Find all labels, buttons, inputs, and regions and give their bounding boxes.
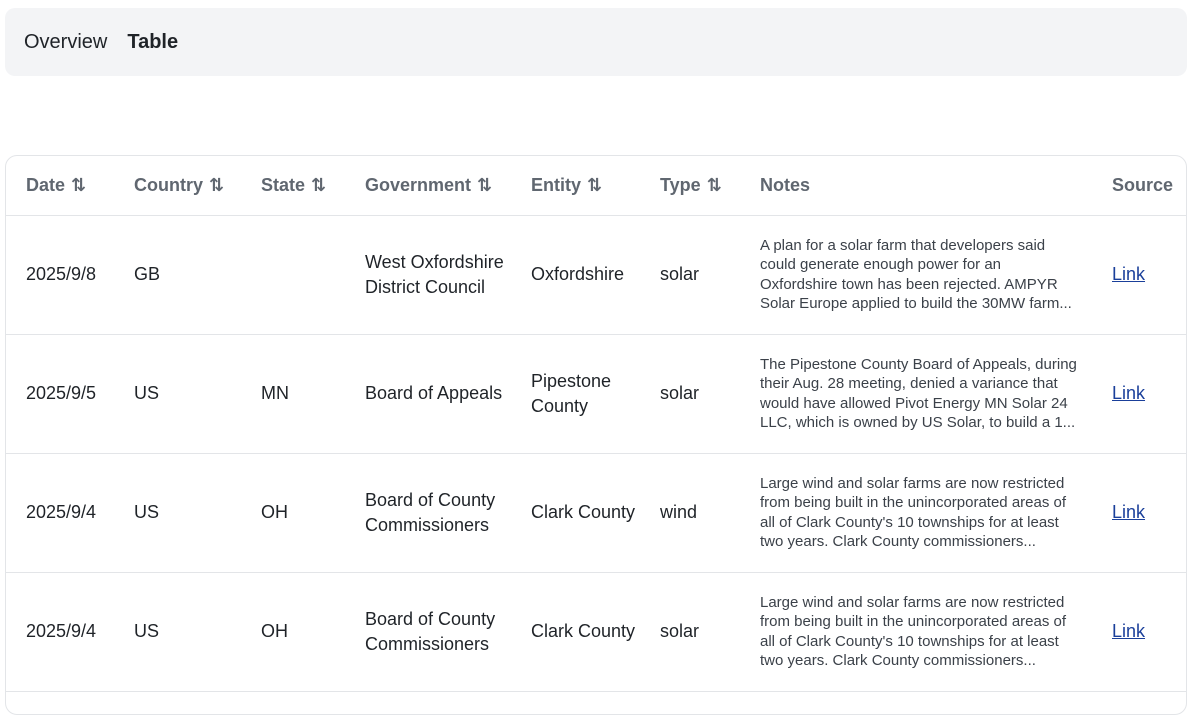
cell-entity: Oxfordshire (511, 215, 640, 334)
column-header-country[interactable]: Country ⇅ (114, 156, 241, 215)
column-header-entity[interactable]: Entity ⇅ (511, 156, 640, 215)
column-header-state-label: State (261, 175, 305, 195)
view-tab-bar: Overview Table (5, 8, 1187, 76)
column-header-date[interactable]: Date ⇅ (6, 156, 114, 215)
cell-notes: A plan for a solar farm that developers … (740, 215, 1092, 334)
notes-text: Large wind and solar farms are now restr… (760, 474, 1078, 552)
cell-state: OH (241, 453, 345, 572)
cell-entity: Clark County (511, 572, 640, 691)
cell-date: 2025/9/5 (6, 334, 114, 453)
cell-notes: Large wind and solar farms are now restr… (740, 572, 1092, 691)
table-header-row: Date ⇅ Country ⇅ State ⇅ Government ⇅ Entity… (6, 156, 1186, 215)
cell-government: Board of Appeals (345, 334, 511, 453)
notes-text: Large wind and solar farms are now restr… (760, 593, 1078, 671)
source-link[interactable]: Link (1112, 621, 1145, 641)
source-link[interactable]: Link (1112, 383, 1145, 403)
cell-date: 2025/9/4 (6, 453, 114, 572)
column-header-notes-label: Notes (760, 175, 810, 195)
cell-country: GB (114, 215, 241, 334)
column-header-country-label: Country (134, 175, 203, 195)
cell-source: Link (1092, 453, 1186, 572)
source-link[interactable]: Link (1112, 264, 1145, 284)
cell-type: solar (640, 334, 740, 453)
cell-notes: Large wind and solar farms are now restr… (740, 453, 1092, 572)
cell-source: Link (1092, 215, 1186, 334)
tab-overview[interactable]: Overview (24, 31, 107, 54)
column-header-government[interactable]: Government ⇅ (345, 156, 511, 215)
notes-text: A plan for a solar farm that developers … (760, 236, 1078, 314)
column-header-source: Source (1092, 156, 1186, 215)
sort-icon[interactable]: ⇅ (707, 175, 720, 195)
cell-country: US (114, 453, 241, 572)
cell-type: solar (640, 572, 740, 691)
cell-entity: Clark County (511, 453, 640, 572)
cell-state (241, 215, 345, 334)
table-row: 2025/9/8 GB West Oxfordshire District Co… (6, 215, 1186, 334)
sort-icon[interactable]: ⇅ (477, 175, 490, 195)
cell-source: Link (1092, 334, 1186, 453)
cell-state: MN (241, 334, 345, 453)
sort-icon[interactable]: ⇅ (71, 175, 84, 195)
sort-icon[interactable]: ⇅ (587, 175, 600, 195)
table-row: 2025/9/4 US OH Board of County Commissio… (6, 453, 1186, 572)
cell-date: 2025/9/4 (6, 572, 114, 691)
column-header-notes: Notes (740, 156, 1092, 215)
table-row: 2025/9/4 US OH Board of County Commissio… (6, 572, 1186, 691)
tab-table[interactable]: Table (127, 31, 178, 54)
cell-type: solar (640, 215, 740, 334)
column-header-type-label: Type (660, 175, 701, 195)
notes-text: The Pipestone County Board of Appeals, d… (760, 355, 1078, 433)
results-table: Date ⇅ Country ⇅ State ⇅ Government ⇅ Entity… (6, 156, 1186, 692)
results-table-card: Date ⇅ Country ⇅ State ⇅ Government ⇅ Entity… (5, 155, 1187, 715)
cell-type: wind (640, 453, 740, 572)
sort-icon[interactable]: ⇅ (209, 175, 222, 195)
column-header-entity-label: Entity (531, 175, 581, 195)
column-header-type[interactable]: Type ⇅ (640, 156, 740, 215)
column-header-state[interactable]: State ⇅ (241, 156, 345, 215)
cell-date: 2025/9/8 (6, 215, 114, 334)
column-header-source-label: Source (1112, 175, 1173, 195)
cell-state: OH (241, 572, 345, 691)
cell-country: US (114, 334, 241, 453)
source-link[interactable]: Link (1112, 502, 1145, 522)
sort-icon[interactable]: ⇅ (311, 175, 324, 195)
cell-government: West Oxfordshire District Council (345, 215, 511, 334)
cell-country: US (114, 572, 241, 691)
column-header-date-label: Date (26, 175, 65, 195)
table-row: 2025/9/5 US MN Board of Appeals Pipeston… (6, 334, 1186, 453)
cell-government: Board of County Commissioners (345, 572, 511, 691)
cell-source: Link (1092, 572, 1186, 691)
cell-notes: The Pipestone County Board of Appeals, d… (740, 334, 1092, 453)
column-header-government-label: Government (365, 175, 471, 195)
cell-entity: Pipestone County (511, 334, 640, 453)
cell-government: Board of County Commissioners (345, 453, 511, 572)
